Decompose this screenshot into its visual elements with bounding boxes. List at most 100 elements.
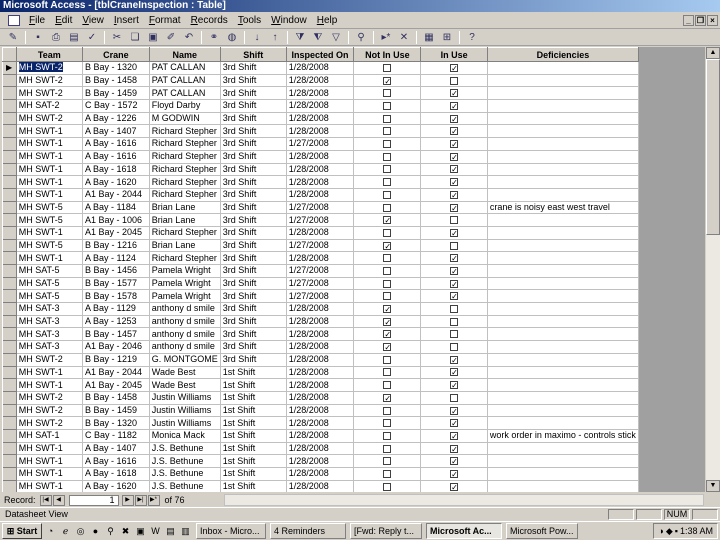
shift-cell[interactable]: 3rd Shift xyxy=(220,86,287,101)
name-cell[interactable]: Floyd Darby xyxy=(149,99,221,113)
unchecked-checkbox[interactable] xyxy=(383,203,392,212)
deficiencies-cell[interactable] xyxy=(487,315,639,329)
deficiencies-cell[interactable] xyxy=(487,150,639,164)
team-cell[interactable]: MH SWT-2 xyxy=(16,61,84,75)
inspected-on-cell[interactable]: 1/28/2008 xyxy=(286,99,355,113)
inspected-on-cell[interactable]: 1/28/2008 xyxy=(286,150,355,164)
record-selector[interactable] xyxy=(2,480,17,492)
in-use-checkbox-cell[interactable]: ✓ xyxy=(420,264,488,278)
crane-cell[interactable]: A1 Bay - 2044 xyxy=(82,366,150,380)
table-row[interactable]: MH SWT-1 A Bay - 1616 J.S. Bethune 1st Shif… xyxy=(2,454,639,468)
quicklaunch-excel-icon[interactable]: ✖ xyxy=(119,525,132,538)
name-cell[interactable]: Richard Stepher xyxy=(149,124,221,139)
team-cell[interactable]: MH SWT-1 xyxy=(16,137,84,151)
crane-cell[interactable]: A Bay - 1618 xyxy=(82,467,150,481)
crane-cell[interactable]: A Bay - 1616 xyxy=(82,454,150,468)
table-row[interactable]: MH SAT-5 B Bay - 1456 Pamela Wright 3rd Shi… xyxy=(2,264,639,278)
deficiencies-cell[interactable] xyxy=(487,251,639,265)
team-cell[interactable]: MH SAT-3 xyxy=(16,302,84,316)
shift-cell[interactable]: 3rd Shift xyxy=(220,340,287,354)
in-use-checkbox-cell[interactable]: ✓ xyxy=(420,61,488,75)
name-cell[interactable]: Richard Stepher xyxy=(149,137,221,151)
quicklaunch-app-icon[interactable]: ● xyxy=(89,525,102,538)
crane-cell[interactable]: A1 Bay - 1006 xyxy=(82,213,150,227)
team-cell[interactable]: MH SWT-2 xyxy=(16,391,84,405)
name-cell[interactable]: PAT CALLAN xyxy=(149,74,221,88)
print-icon[interactable]: ⎙ xyxy=(49,31,63,44)
shift-cell[interactable]: 3rd Shift xyxy=(220,264,287,278)
inspected-on-cell[interactable]: 1/28/2008 xyxy=(286,378,355,392)
crane-cell[interactable]: A Bay - 1620 xyxy=(82,480,150,492)
team-cell[interactable]: MH SWT-1 xyxy=(16,378,84,392)
deficiencies-cell[interactable] xyxy=(487,61,639,75)
checked-checkbox[interactable]: ✓ xyxy=(383,216,392,225)
in-use-checkbox-cell[interactable]: ✓ xyxy=(420,226,488,240)
table-row[interactable]: MH SAT-3 A Bay - 1253 anthony d smile 3rd S… xyxy=(2,315,639,329)
quicklaunch-app-icon[interactable]: ◎ xyxy=(74,525,87,538)
menu-records[interactable]: Records xyxy=(186,15,233,26)
inspected-on-cell[interactable]: 1/28/2008 xyxy=(286,86,355,101)
checked-checkbox[interactable]: ✓ xyxy=(450,102,459,111)
in-use-checkbox-cell[interactable]: ✓ xyxy=(420,404,488,418)
record-selector[interactable] xyxy=(2,201,17,215)
team-cell[interactable]: MH SAT-3 xyxy=(16,315,84,329)
checked-checkbox[interactable]: ✓ xyxy=(450,89,459,98)
deficiencies-cell[interactable] xyxy=(487,226,639,240)
checked-checkbox[interactable]: ✓ xyxy=(450,228,459,237)
menu-tools[interactable]: Tools xyxy=(233,15,266,26)
inspected-on-cell[interactable]: 1/28/2008 xyxy=(286,302,355,316)
team-cell[interactable]: MH SWT-1 xyxy=(16,124,84,139)
paste-icon[interactable]: ▣ xyxy=(146,31,160,44)
record-selector[interactable] xyxy=(2,404,17,418)
deficiencies-cell[interactable] xyxy=(487,137,639,151)
checked-checkbox[interactable]: ✓ xyxy=(450,178,459,187)
not-in-use-checkbox-cell[interactable] xyxy=(353,175,422,189)
crane-cell[interactable]: B Bay - 1458 xyxy=(82,391,150,405)
inspected-on-cell[interactable]: 1/28/2008 xyxy=(286,454,355,468)
unchecked-checkbox[interactable] xyxy=(383,457,392,466)
inspected-on-cell[interactable]: 1/28/2008 xyxy=(286,353,355,367)
record-selector[interactable] xyxy=(2,340,17,354)
crane-cell[interactable]: B Bay - 1320 xyxy=(82,416,150,430)
unchecked-checkbox[interactable] xyxy=(383,254,392,263)
record-selector[interactable] xyxy=(2,378,17,392)
cut-icon[interactable]: ✂ xyxy=(110,31,124,44)
crane-cell[interactable]: A Bay - 1616 xyxy=(82,150,150,164)
in-use-checkbox-cell[interactable]: ✓ xyxy=(420,429,488,443)
copy-icon[interactable]: ❏ xyxy=(128,31,142,44)
name-cell[interactable]: J.S. Bethune xyxy=(149,454,221,468)
not-in-use-checkbox-cell[interactable] xyxy=(353,99,422,113)
shift-cell[interactable]: 3rd Shift xyxy=(220,315,287,329)
shift-cell[interactable]: 3rd Shift xyxy=(220,277,287,291)
table-row[interactable]: MH SAT-5 B Bay - 1577 Pamela Wright 3rd Shi… xyxy=(2,277,639,291)
inspected-on-cell[interactable]: 1/28/2008 xyxy=(286,251,355,265)
unchecked-checkbox[interactable] xyxy=(383,482,392,491)
record-selector[interactable] xyxy=(2,467,17,481)
table-row[interactable]: MH SWT-1 A Bay - 1616 Richard Stepher 3rd S… xyxy=(2,137,639,151)
deficiencies-cell[interactable] xyxy=(487,340,639,354)
unchecked-checkbox[interactable] xyxy=(383,381,392,390)
deficiencies-cell[interactable] xyxy=(487,391,639,405)
table-row[interactable]: MH SWT-1 A Bay - 1620 Richard Stepher 3rd S… xyxy=(2,175,639,189)
record-selector[interactable] xyxy=(2,99,17,113)
name-cell[interactable]: Wade Best xyxy=(149,366,221,380)
column-header-name[interactable]: Name xyxy=(148,47,221,62)
shift-cell[interactable]: 3rd Shift xyxy=(220,112,287,126)
record-selector[interactable] xyxy=(2,289,17,304)
team-cell[interactable]: MH SWT-1 xyxy=(16,251,84,265)
not-in-use-checkbox-cell[interactable] xyxy=(353,480,422,492)
unchecked-checkbox[interactable] xyxy=(383,102,392,111)
app-icon[interactable] xyxy=(8,15,20,26)
table-row[interactable]: MH SWT-1 A Bay - 1407 J.S. Bethune 1st Shif… xyxy=(2,442,639,456)
table-row[interactable]: MH SWT-2 B Bay - 1320 Justin Williams 1st S… xyxy=(2,416,639,430)
unchecked-checkbox[interactable] xyxy=(450,305,459,314)
unchecked-checkbox[interactable] xyxy=(383,152,392,161)
crane-cell[interactable]: A Bay - 1618 xyxy=(82,163,150,177)
unchecked-checkbox[interactable] xyxy=(450,216,459,225)
quicklaunch-search-icon[interactable]: ⚲ xyxy=(104,525,117,538)
name-cell[interactable]: PAT CALLAN xyxy=(149,61,221,75)
crane-cell[interactable]: B Bay - 1459 xyxy=(82,404,150,418)
in-use-checkbox-cell[interactable]: ✓ xyxy=(420,124,488,139)
table-row[interactable]: MH SWT-2 B Bay - 1219 G. MONTGOME 3rd Shift… xyxy=(2,353,639,367)
crane-cell[interactable]: B Bay - 1320 xyxy=(82,61,150,75)
